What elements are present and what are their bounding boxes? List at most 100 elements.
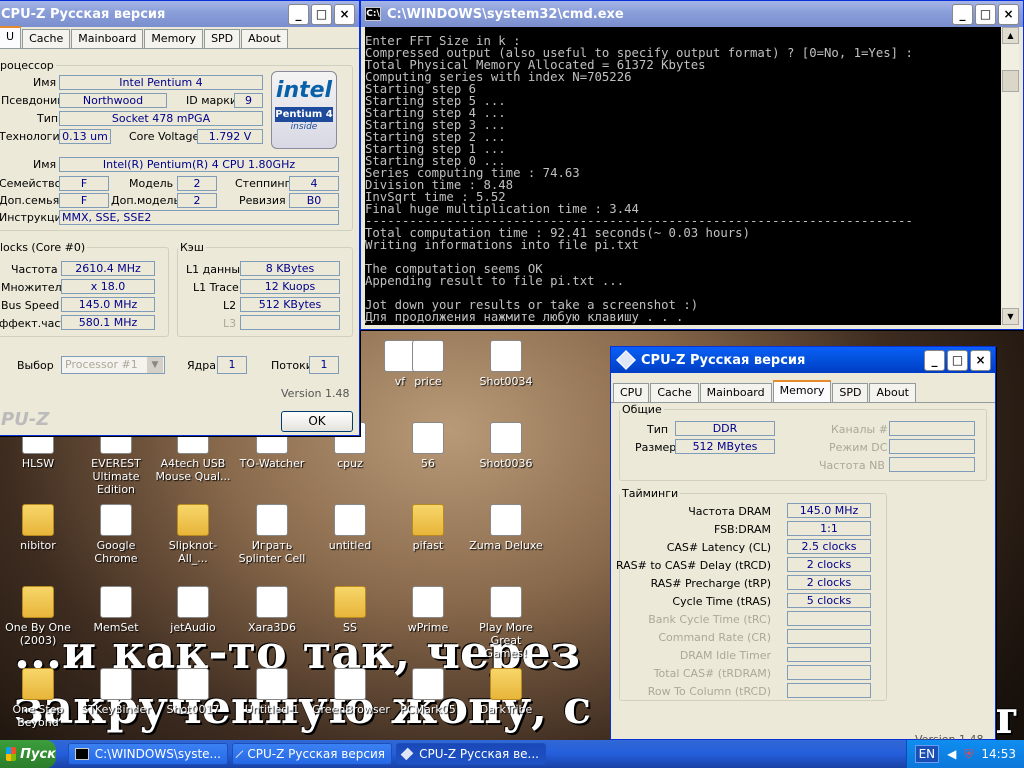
intel-logo-text: intel [275,78,333,103]
cpuz-cpu-window[interactable]: CPU-Z Русская версия _ □ × U Cache Mainb… [0,0,360,436]
dcmode-label: Режим DC [829,441,888,454]
cmd-titlebar[interactable]: C:\ C:\WINDOWS\system32\cmd.exe _ □ × [361,1,1023,27]
desktop-icon[interactable]: jetAudio [155,586,231,634]
tab-cache[interactable]: Cache [22,29,71,48]
desktop-icon[interactable]: nibitor [0,504,76,552]
desktop-icon[interactable]: SS [312,586,388,634]
cmd-window[interactable]: C:\ C:\WINDOWS\system32\cmd.exe _ □ × En… [360,0,1024,330]
cr-label: Command Rate (CR) [658,631,771,644]
cpuz-cpu-titlebar[interactable]: CPU-Z Русская версия _ □ × [0,1,359,27]
tab-about[interactable]: About [241,29,288,48]
taskbar: Пуск C:\WINDOWS\syste... CPU-Z Русская в… [0,740,1024,768]
desktop-icon[interactable]: Shot0034 [468,340,544,388]
size-label: Размер [635,441,677,454]
cpuz-memory-titlebar[interactable]: CPU-Z Русская версия _ □ × [611,347,995,373]
console-output[interactable]: Enter FFT Size in k : Compressed output (… [365,27,1001,325]
desktop-icon[interactable]: Play More Great Games! [468,586,544,660]
maximize-button[interactable]: □ [975,3,996,25]
scrollbar[interactable]: ▲ ▼ [1002,27,1019,325]
brandid-value: 9 [234,93,263,108]
tab-spd[interactable]: SPD [832,383,869,402]
start-label: Пуск [20,746,56,762]
shield-icon[interactable]: ⛨ [964,747,973,762]
scroll-down-button[interactable]: ▼ [1002,308,1019,325]
desktop-icon[interactable]: One Step Beyond [0,668,76,729]
desktop-icon[interactable]: wPrime [390,586,466,634]
desktop-icon[interactable]: Zuma Deluxe [468,504,544,552]
trdram-value [787,665,871,680]
volume-icon[interactable]: ◀ [947,747,956,761]
scroll-up-button[interactable]: ▲ [1002,27,1019,44]
dram-label: Частота DRAM [688,505,771,518]
name-value: Intel Pentium 4 [59,75,263,90]
tab-about[interactable]: About [869,383,916,402]
folder-icon [22,504,54,536]
desktop-icon[interactable]: MemSet [78,586,154,634]
tab-memory[interactable]: Memory [772,380,832,402]
desktop-icon-label: wPrime [407,621,449,634]
taskbar-item-cpuz-1[interactable]: CPU-Z Русская версия [232,743,392,765]
minimize-button[interactable]: _ [952,3,973,25]
minimize-button[interactable]: _ [924,349,945,371]
folder-icon [334,586,366,618]
cpuz-app-icon [235,750,243,758]
close-button[interactable]: × [970,349,991,371]
scroll-thumb[interactable] [1002,70,1019,92]
tab-mainboard[interactable]: Mainboard [71,29,144,48]
tab-cache[interactable]: Cache [650,383,699,402]
desktop-icon[interactable]: 56 [390,422,466,470]
tab-spd[interactable]: SPD [204,29,241,48]
channels-label: Каналы # [831,423,888,436]
family-label: Семейство [0,177,62,190]
desktop-icon-label: TO-Watcher [239,457,305,470]
desktop-icon[interactable]: Google Chrome [78,504,154,565]
window-title: C:\WINDOWS\system32\cmd.exe [387,6,624,22]
tab-cpu[interactable]: U [0,26,22,48]
app-icon [256,668,288,700]
idle-label: DRAM Idle Timer [679,649,771,662]
trcd-value: 2 clocks [787,557,871,572]
tab-memory[interactable]: Memory [144,29,204,48]
desktop-icon[interactable]: Untitled-1 [234,668,310,716]
maximize-button[interactable]: □ [311,3,332,25]
stepping-label: Степпинг [235,177,291,190]
desktop-icon[interactable]: Xara3D6 [234,586,310,634]
desktop-icon[interactable]: Shot0036 [468,422,544,470]
desktop-icon[interactable]: STKeyBinder [78,668,154,716]
codename-label: Псевдоним [1,94,66,107]
desktop-icon[interactable]: untitled [312,504,388,552]
close-button[interactable]: × [334,3,355,25]
tab-cpu[interactable]: CPU [613,383,650,402]
close-button[interactable]: × [998,3,1019,25]
desktop-icon[interactable]: PCMark05 [390,668,466,716]
start-button[interactable]: Пуск [0,740,56,768]
app-icon [412,586,444,618]
desktop-icon[interactable]: Играть Splinter Cell [234,504,310,565]
desktop-icon[interactable]: One By One (2003) [0,586,76,647]
desktop-icon[interactable]: GreenBrowser [312,668,390,716]
desktop-icon-label: Играть Splinter Cell [238,539,306,565]
desktop-icon[interactable]: Slipknot-All_... [155,504,231,565]
taskbar-item-label: CPU-Z Русская ве... [419,747,539,761]
taskbar-item-label: C:\WINDOWS\syste... [94,747,221,761]
chevron-down-icon[interactable]: ▼ [147,357,163,373]
desktop-icon-label: Zuma Deluxe [469,539,543,552]
language-indicator[interactable]: EN [914,745,940,763]
ok-button[interactable]: OK [281,411,353,432]
tab-mainboard[interactable]: Mainboard [699,383,772,402]
cpuz-memory-window[interactable]: CPU-Z Русская версия _ □ × CPU Cache Mai… [610,346,996,746]
cr-value [787,629,871,644]
taskbar-item-cpuz-2[interactable]: CPU-Z Русская ве... [396,743,546,765]
desktop-icon[interactable]: Shot0017 [155,668,231,716]
maximize-button[interactable]: □ [947,349,968,371]
system-tray: EN ◀ ⛨ 14:53 [905,740,1024,768]
l1trace-label: L1 Trace [193,281,239,294]
desktop-icon[interactable]: DarkTribe [468,668,544,716]
codename-value: Northwood [59,93,167,108]
app-icon [412,668,444,700]
voltage-value: 1.792 V [197,129,263,144]
minimize-button[interactable]: _ [288,3,309,25]
desktop-icon[interactable]: price [390,340,466,388]
taskbar-item-cmd[interactable]: C:\WINDOWS\syste... [68,743,228,765]
desktop-icon[interactable]: pifast [390,504,466,552]
